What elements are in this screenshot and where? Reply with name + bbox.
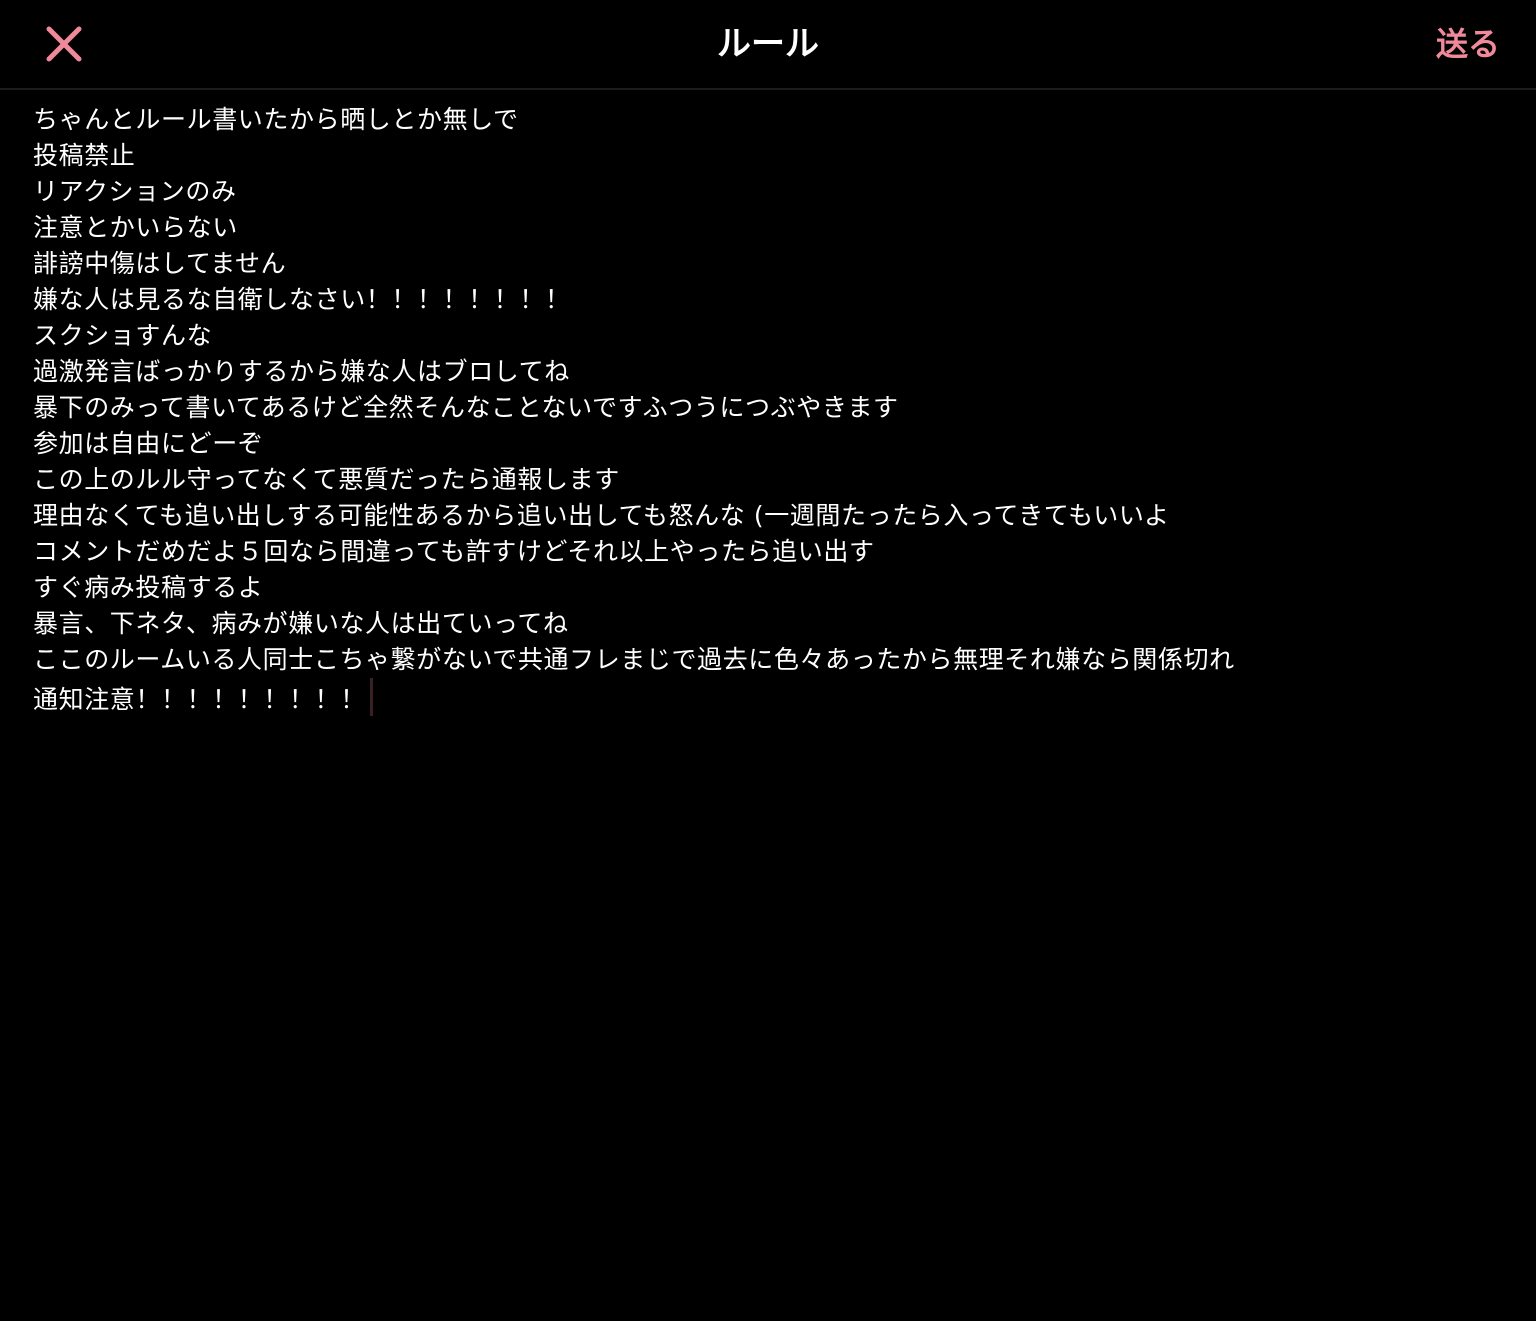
- rule-line: コメントだめだよ５回なら間違っても許すけどそれ以上やったら追い出す: [33, 537, 875, 566]
- rule-line: 参加は自由にどーぞ: [33, 429, 264, 458]
- rule-line: 投稿禁止: [33, 141, 136, 170]
- rule-line: スクショすんな: [33, 321, 213, 350]
- rule-line: 嫌な人は見るな自衛しなさい！！！！！！！！: [33, 285, 571, 314]
- rule-line: この上のルル守ってなくて悪質だったら通報します: [33, 465, 620, 494]
- rule-line: 注意とかいらない: [33, 213, 238, 242]
- rule-line: 暴言、下ネタ、病みが嫌いな人は出ていってね: [33, 609, 569, 638]
- page-title: ルール: [717, 24, 819, 64]
- rule-line-text: 通知注意！！！！！！！！！: [33, 685, 366, 714]
- rule-line: ここのルームいる人同士こちゃ繋がないで共通フレまじで過去に色々あったから無理それ…: [33, 645, 1235, 674]
- rule-line: 理由なくても追い出しする可能性あるから追い出しても怒んな (一週間たったら入って…: [33, 501, 1170, 530]
- rule-line: すぐ病み投稿するよ: [33, 573, 264, 602]
- rule-line: リアクションのみ: [33, 177, 237, 206]
- top-bar: ルール 送る: [0, 0, 1536, 90]
- rule-line: 誹謗中傷はしてません: [33, 249, 287, 278]
- rule-line: ちゃんとルール書いたから晒しとか無しで: [33, 105, 519, 134]
- rule-line: 暴下のみって書いてあるけど全然そんなことないですふつうにつぶやきます: [33, 393, 899, 422]
- close-icon: [46, 26, 82, 62]
- send-button[interactable]: 送る: [1436, 0, 1500, 88]
- close-button[interactable]: [40, 20, 88, 68]
- rules-text-editor[interactable]: ちゃんとルール書いたから晒しとか無しで 投稿禁止 リアクションのみ 注意とかいら…: [33, 102, 1503, 1302]
- rule-line: 過激発言ばっかりするから嫌な人はブロしてね: [33, 357, 570, 386]
- text-caret: [369, 678, 373, 716]
- rule-line-last: 通知注意！！！！！！！！！: [33, 678, 1503, 716]
